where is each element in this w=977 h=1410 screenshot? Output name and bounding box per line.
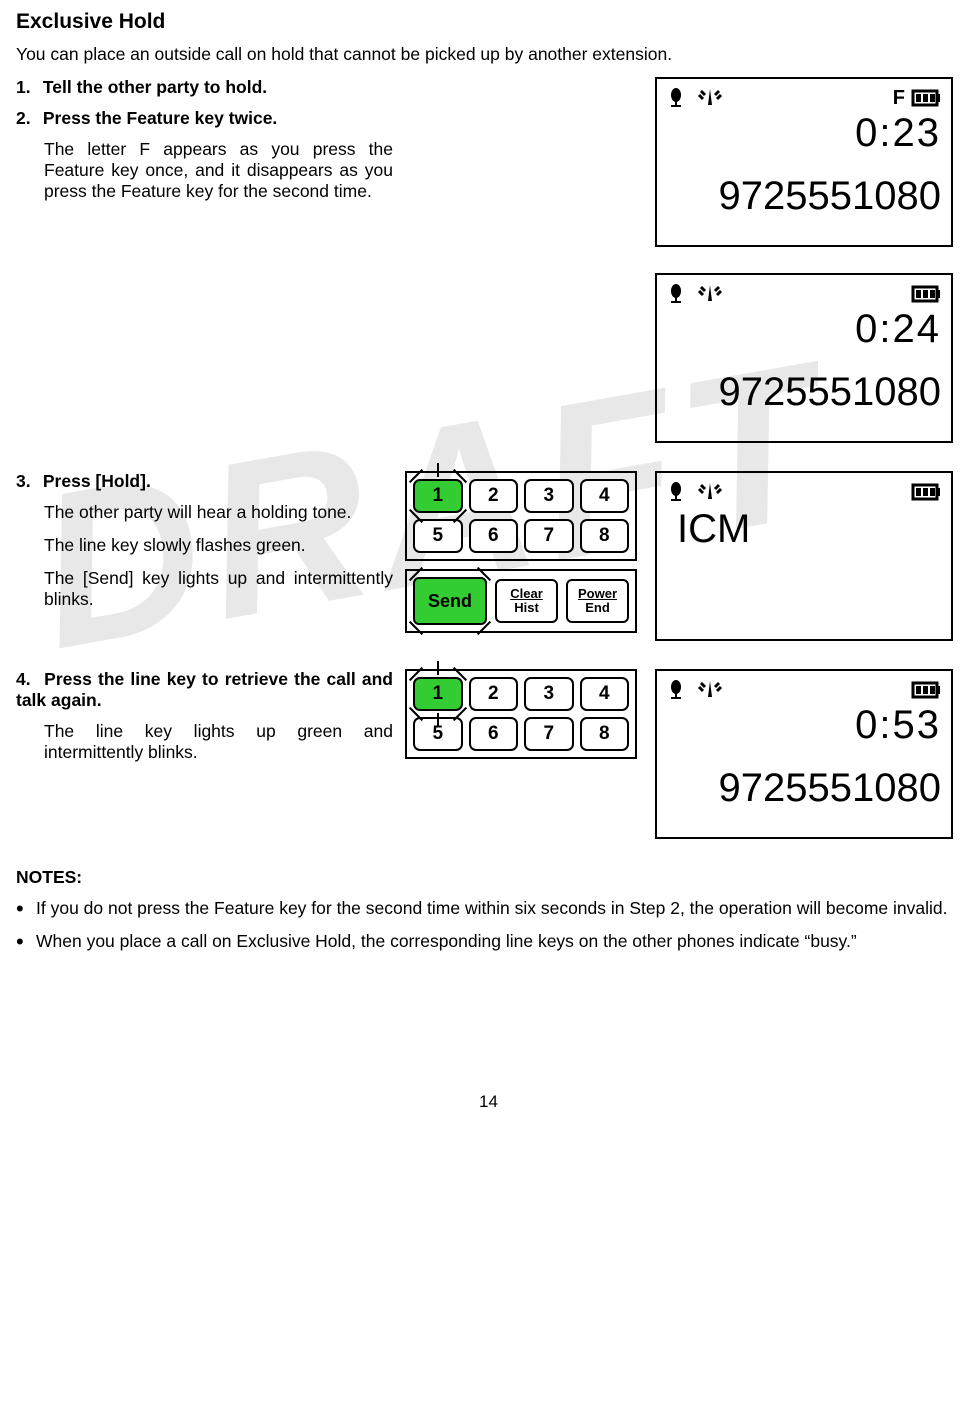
send-button[interactable]: Send bbox=[413, 577, 487, 625]
page-title: Exclusive Hold bbox=[16, 10, 961, 34]
intro-text: You can place an outside call on hold th… bbox=[16, 44, 961, 65]
lcd-number: 9725551080 bbox=[667, 766, 941, 811]
line-keypad: 1 2 3 4 5 6 7 8 bbox=[405, 471, 637, 561]
lcd-screen-3: ICM bbox=[655, 471, 953, 641]
clear-hist-button[interactable]: Clear Hist bbox=[495, 579, 558, 623]
antenna-icon bbox=[697, 283, 723, 305]
hist-label: Hist bbox=[514, 601, 539, 615]
step-1-head: Tell the other party to hold. bbox=[43, 77, 267, 97]
step-1: 1. Tell the other party to hold. bbox=[16, 77, 393, 98]
end-label: End bbox=[585, 601, 610, 615]
step-3-body-2: The line key slowly flashes green. bbox=[44, 535, 393, 556]
step-2-num: 2. bbox=[16, 108, 38, 129]
battery-icon bbox=[911, 680, 941, 700]
line-key-1[interactable]: 1 bbox=[413, 479, 463, 513]
antenna-icon bbox=[697, 87, 723, 109]
line-keypad: 1 2 3 4 5 6 7 8 bbox=[405, 669, 637, 759]
step-4: 4. Press the line key to retrieve the ca… bbox=[16, 669, 393, 711]
antenna-icon bbox=[697, 679, 723, 701]
note-1: If you do not press the Feature key for … bbox=[16, 898, 961, 919]
line-key-8[interactable]: 8 bbox=[580, 519, 630, 553]
line-key-3[interactable]: 3 bbox=[524, 677, 574, 711]
step-2: 2. Press the Feature key twice. bbox=[16, 108, 393, 129]
lcd-number: 9725551080 bbox=[667, 174, 941, 219]
step-2-body: The letter F appears as you press the Fe… bbox=[44, 139, 393, 202]
step-4-num: 4. bbox=[16, 669, 38, 690]
line-key-7[interactable]: 7 bbox=[524, 717, 574, 751]
lcd-screen-2: 0:24 9725551080 bbox=[655, 273, 953, 443]
mute-icon bbox=[667, 88, 685, 108]
line-key-6[interactable]: 6 bbox=[469, 519, 519, 553]
lcd-timer: 0:53 bbox=[667, 703, 941, 748]
line-key-4[interactable]: 4 bbox=[580, 479, 630, 513]
line-key-8[interactable]: 8 bbox=[580, 717, 630, 751]
lcd-label: ICM bbox=[667, 507, 941, 552]
function-row: Send Clear Hist Power End bbox=[405, 569, 637, 633]
battery-icon bbox=[911, 88, 941, 108]
mute-icon bbox=[667, 482, 685, 502]
lcd-number: 9725551080 bbox=[667, 370, 941, 415]
antenna-icon bbox=[697, 481, 723, 503]
mute-icon bbox=[667, 284, 685, 304]
lcd-timer: 0:24 bbox=[667, 307, 941, 352]
mute-icon bbox=[667, 680, 685, 700]
notes-heading: NOTES: bbox=[16, 867, 961, 888]
line-key-6[interactable]: 6 bbox=[469, 717, 519, 751]
line-key-2[interactable]: 2 bbox=[469, 479, 519, 513]
line-key-2[interactable]: 2 bbox=[469, 677, 519, 711]
step-3-head: Press [Hold]. bbox=[43, 471, 151, 491]
keypad-step4: 1 2 3 4 5 6 7 8 bbox=[405, 669, 637, 759]
power-end-button[interactable]: Power End bbox=[566, 579, 629, 623]
page-number: 14 bbox=[16, 1092, 961, 1112]
step-3-body-3: The [Send] key lights up and intermitten… bbox=[44, 568, 393, 610]
power-label: Power bbox=[578, 587, 617, 601]
line-key-4[interactable]: 4 bbox=[580, 677, 630, 711]
step-3-body-1: The other party will hear a holding tone… bbox=[44, 502, 393, 523]
step-3: 3. Press [Hold]. bbox=[16, 471, 393, 492]
battery-icon bbox=[911, 284, 941, 304]
lcd-screen-4: 0:53 9725551080 bbox=[655, 669, 953, 839]
step-1-num: 1. bbox=[16, 77, 38, 98]
step-2-head: Press the Feature key twice. bbox=[43, 108, 277, 128]
step-3-num: 3. bbox=[16, 471, 38, 492]
line-key-5[interactable]: 5 bbox=[413, 519, 463, 553]
f-indicator: F bbox=[893, 87, 905, 110]
line-key-7[interactable]: 7 bbox=[524, 519, 574, 553]
lcd-screen-1: F 0:23 9725551080 bbox=[655, 77, 953, 247]
line-key-3[interactable]: 3 bbox=[524, 479, 574, 513]
step-4-body: The line key lights up green and intermi… bbox=[44, 721, 393, 763]
clear-label: Clear bbox=[510, 587, 543, 601]
battery-icon bbox=[911, 482, 941, 502]
lcd-timer: 0:23 bbox=[667, 111, 941, 156]
step-4-head: Press the line key to retrieve the call … bbox=[16, 669, 393, 710]
note-2: When you place a call on Exclusive Hold,… bbox=[16, 931, 961, 952]
keypad-step3: 1 2 3 4 5 6 7 8 Send Clear Hist bbox=[405, 471, 637, 633]
line-key-1[interactable]: 1 bbox=[413, 677, 463, 711]
